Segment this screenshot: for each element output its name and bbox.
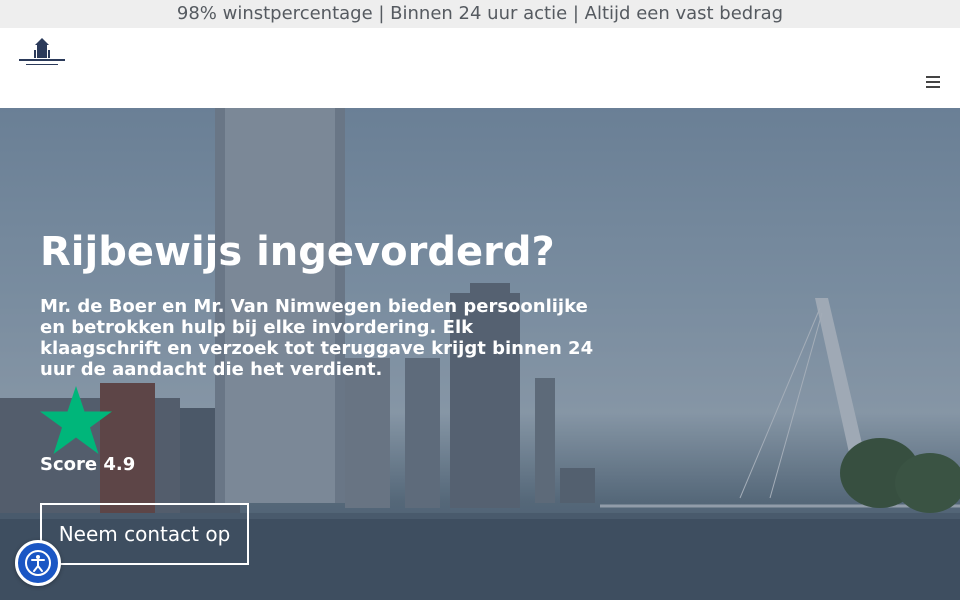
hero-section: Rijbewijs ingevorderd? Mr. de Boer en Mr… bbox=[0, 108, 960, 600]
accessibility-icon bbox=[25, 550, 51, 576]
site-header bbox=[0, 28, 960, 108]
hamburger-menu-icon bbox=[926, 76, 940, 78]
rating-score: Score 4.9 bbox=[40, 454, 136, 475]
logo-icon bbox=[19, 38, 65, 65]
announcement-bar: 98% winstpercentage | Binnen 24 uur acti… bbox=[0, 0, 960, 28]
hero-subtitle: Mr. de Boer en Mr. Van Nimwegen bieden p… bbox=[40, 296, 594, 380]
trustpilot-star-icon bbox=[40, 386, 112, 454]
announcement-text: 98% winstpercentage | Binnen 24 uur acti… bbox=[176, 3, 784, 24]
contact-button[interactable]: Neem contact op bbox=[40, 503, 249, 565]
accessibility-button[interactable] bbox=[15, 540, 61, 586]
menu-toggle-button[interactable] bbox=[920, 70, 946, 94]
logo[interactable] bbox=[16, 38, 68, 70]
hero-title: Rijbewijs ingevorderd? bbox=[40, 229, 555, 275]
